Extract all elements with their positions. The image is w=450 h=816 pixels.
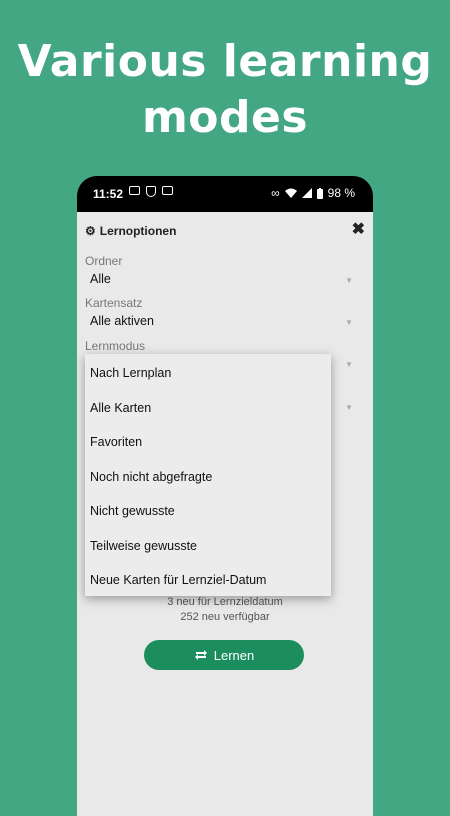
battery-icon [316,187,323,199]
dropdown-item-new-cards-goal[interactable]: Neue Karten für Lernziel-Datum [85,563,331,598]
dropdown-item-unknown[interactable]: Nicht gewusste [85,494,331,529]
repeat-icon [194,650,207,660]
chevron-down-icon[interactable]: ▼ [345,360,353,369]
cardset-select[interactable]: Alle aktiven [90,314,154,328]
dropdown-item-not-queried[interactable]: Noch nicht abgefragte [85,460,331,495]
notification-icons [129,186,173,197]
folder-label: Ordner [85,254,123,268]
close-icon[interactable]: ✖ [352,219,365,239]
learn-button-label: Lernen [213,647,255,663]
folder-select[interactable]: Alle [90,272,111,286]
dropdown-item-schedule[interactable]: Nach Lernplan [85,356,331,391]
status-time: 11:52 [93,187,124,201]
gear-icon: ⚙ [85,224,96,238]
link-icon: ∞ [271,186,280,200]
dialog-title-text: Lernoptionen [99,224,177,238]
cardset-label: Kartensatz [85,296,143,310]
chevron-down-icon[interactable]: ▼ [345,318,353,327]
learn-button[interactable]: Lernen [144,640,304,670]
mail-icon [129,186,140,195]
shield-icon [146,186,156,197]
new-for-goal-date: 3 neu für Lernzieldatum [167,596,283,608]
status-bar: 11:52 ∞ 98 % [77,176,373,212]
battery-percent: 98 % [327,186,355,200]
dialog-title: ⚙ Lernoptionen [85,224,176,238]
headline: Various learning modes [17,36,433,143]
new-available: 252 neu verfügbar [180,611,270,623]
mode-label: Lernmodus [85,339,146,353]
learn-options-dialog: ⚙ Lernoptionen ✖ Ordner Alle ▼ Kartensat… [77,212,373,816]
chevron-down-icon[interactable]: ▼ [345,276,353,285]
mail-icon [162,186,173,195]
dropdown-item-favorites[interactable]: Favoriten [85,425,331,460]
dropdown-item-partially-known[interactable]: Teilweise gewusste [85,529,331,564]
wifi-icon [284,188,297,198]
phone-frame: 11:52 ∞ 98 % ⚙ Lernoptionen ✖ Ordner All… [77,176,373,816]
dropdown-item-all-cards[interactable]: Alle Karten [85,391,331,426]
chevron-down-icon[interactable]: ▼ [345,403,353,412]
signal-icon [301,188,312,198]
system-icons: ∞ 98 % [271,186,355,200]
learning-mode-dropdown: Nach Lernplan Alle Karten Favoriten Noch… [85,354,331,596]
